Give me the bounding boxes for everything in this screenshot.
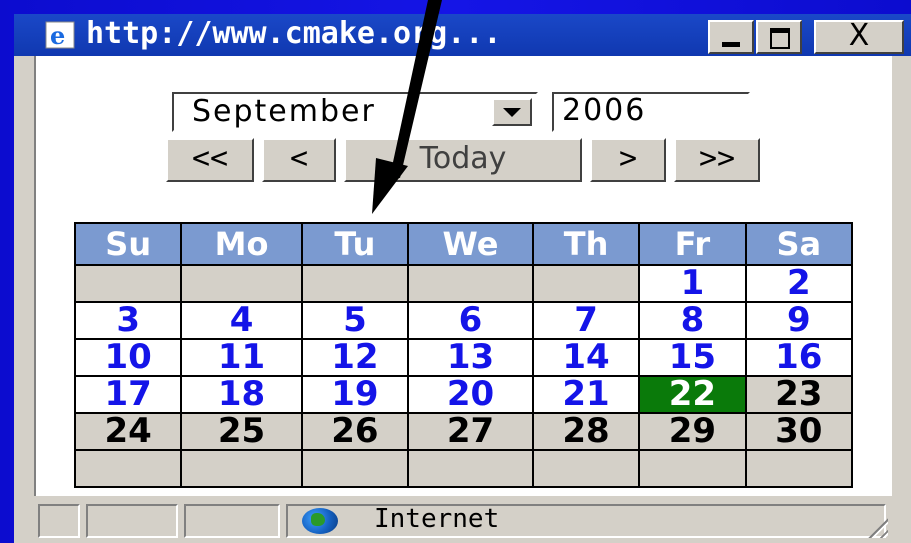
security-zone-label: Internet [374, 504, 500, 534]
minimize-button[interactable] [708, 20, 754, 54]
calendar-empty-cell [407, 264, 534, 303]
week-row [73, 449, 854, 488]
calendar-day-selected[interactable]: 22 [638, 375, 747, 414]
weekday-header: Th [531, 222, 641, 266]
calendar-day[interactable]: 19 [300, 375, 410, 414]
month-select-value: September [192, 94, 376, 129]
calendar-day[interactable]: 1 [638, 264, 747, 303]
calendar-day[interactable]: 17 [73, 375, 183, 414]
week-row: 24 25 26 27 28 29 30 [73, 412, 854, 451]
chevron-down-icon[interactable] [492, 98, 532, 126]
calendar-empty-cell [73, 449, 183, 488]
week-row: 3 4 5 6 7 8 9 [73, 301, 854, 340]
calendar-empty-cell [531, 264, 641, 303]
calendar-day-disabled[interactable]: 28 [531, 412, 641, 451]
globe-icon [302, 508, 338, 534]
status-bar: Internet [34, 496, 890, 543]
weekday-header: Tu [300, 222, 410, 266]
calendar-day[interactable]: 4 [180, 301, 303, 340]
calendar-day-disabled[interactable]: 25 [180, 412, 303, 451]
calendar-day[interactable]: 21 [531, 375, 641, 414]
calendar-empty-cell [300, 264, 410, 303]
calendar-day[interactable]: 20 [407, 375, 534, 414]
weekday-header: Su [73, 222, 183, 266]
status-panel [184, 504, 280, 538]
calendar-grid: Su Mo Tu We Th Fr Sa 1 2 3 4 5 6 7 8 9 1… [73, 222, 854, 488]
calendar-day[interactable]: 13 [407, 338, 534, 377]
status-panel [86, 504, 178, 538]
calendar-empty-cell [180, 264, 303, 303]
calendar-day[interactable]: 3 [73, 301, 183, 340]
week-row: 1 2 [73, 264, 854, 303]
week-row: 10 11 12 13 14 15 16 [73, 338, 854, 377]
calendar-empty-cell [638, 449, 747, 488]
calendar-day[interactable]: 10 [73, 338, 183, 377]
calendar-day[interactable]: 7 [531, 301, 641, 340]
browser-popup-window: e http://www.cmake.org... X September 20… [0, 0, 911, 543]
calendar-day[interactable]: 6 [407, 301, 534, 340]
year-input[interactable]: 2006 [552, 92, 750, 132]
calendar-empty-cell [407, 449, 534, 488]
weekday-header: Sa [744, 222, 854, 266]
calendar-day[interactable]: 8 [638, 301, 747, 340]
maximize-button[interactable] [756, 20, 802, 54]
prev-month-button[interactable]: < [262, 138, 336, 182]
close-button[interactable]: X [814, 18, 904, 54]
weekday-header: Mo [180, 222, 303, 266]
calendar-day[interactable]: 12 [300, 338, 410, 377]
status-panel [38, 504, 80, 538]
window-frame-right [890, 56, 911, 543]
calendar-day[interactable]: 2 [744, 264, 854, 303]
calendar-day-disabled[interactable]: 27 [407, 412, 534, 451]
calendar-day[interactable]: 16 [744, 338, 854, 377]
calendar-day[interactable]: 14 [531, 338, 641, 377]
title-bar[interactable]: e http://www.cmake.org... X [14, 14, 911, 56]
calendar-day[interactable]: 9 [744, 301, 854, 340]
calendar-day-disabled[interactable]: 30 [744, 412, 854, 451]
calendar-day[interactable]: 18 [180, 375, 303, 414]
ie-page-icon: e [45, 21, 75, 50]
calendar-day-disabled[interactable]: 26 [300, 412, 410, 451]
calendar-day-disabled[interactable]: 23 [744, 375, 854, 414]
weekday-header: Fr [638, 222, 747, 266]
close-icon: X [848, 18, 870, 53]
weekday-header: We [407, 222, 534, 266]
calendar-day[interactable]: 11 [180, 338, 303, 377]
today-button[interactable]: Today [344, 138, 582, 182]
prev-year-button[interactable]: << [166, 138, 254, 182]
calendar-empty-cell [744, 449, 854, 488]
calendar-empty-cell [73, 264, 183, 303]
next-year-button[interactable]: >> [674, 138, 760, 182]
next-month-button[interactable]: > [590, 138, 666, 182]
calendar-day[interactable]: 15 [638, 338, 747, 377]
calendar-empty-cell [300, 449, 410, 488]
week-row: 17 18 19 20 21 22 23 [73, 375, 854, 414]
calendar-day[interactable]: 5 [300, 301, 410, 340]
window-title: http://www.cmake.org... [86, 16, 502, 51]
calendar-empty-cell [180, 449, 303, 488]
window-frame-left [14, 56, 34, 543]
calendar-day-disabled[interactable]: 24 [73, 412, 183, 451]
calendar-day-disabled[interactable]: 29 [638, 412, 747, 451]
month-select[interactable]: September [172, 92, 538, 132]
calendar-empty-cell [531, 449, 641, 488]
svg-text:e: e [50, 21, 65, 50]
weekday-header-row: Su Mo Tu We Th Fr Sa [73, 222, 854, 266]
